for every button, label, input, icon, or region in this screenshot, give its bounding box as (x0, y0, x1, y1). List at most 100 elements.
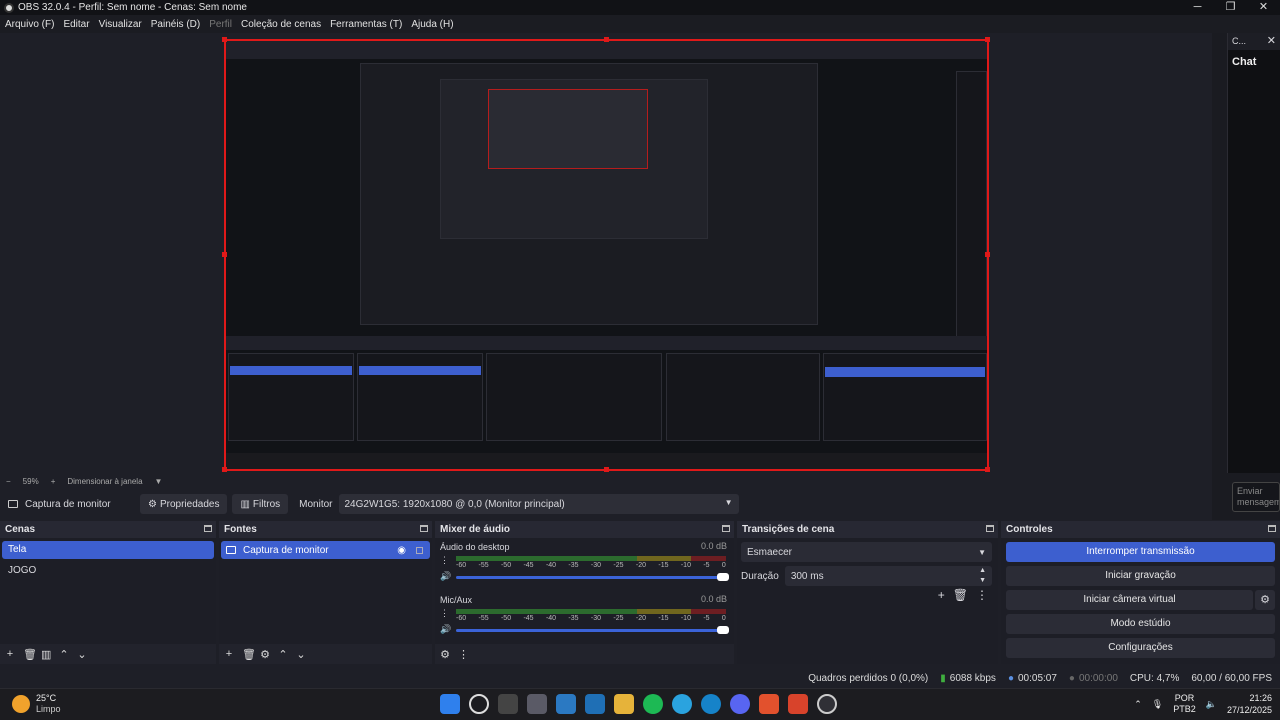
telegram-icon[interactable] (672, 694, 692, 714)
eye-icon[interactable]: ◉ (397, 545, 406, 556)
trash-icon[interactable]: 🗑 (953, 588, 968, 602)
start-recording-button[interactable]: Iniciar gravação (1006, 566, 1275, 586)
kebab-menu-icon[interactable]: ⋮ (440, 555, 449, 566)
obs-icon[interactable] (817, 694, 837, 714)
float-icon[interactable] (420, 525, 428, 532)
mail-icon[interactable] (585, 694, 605, 714)
filters-button[interactable]: ▥ Filtros (232, 494, 289, 514)
settings-button[interactable]: Configurações (1006, 638, 1275, 658)
task-view-icon[interactable] (498, 694, 518, 714)
spinner-icon[interactable]: ▲ ▼ (979, 566, 986, 586)
scene-item-tela[interactable]: Tela (2, 541, 214, 559)
chevron-up-icon[interactable]: ⌃ (1134, 699, 1142, 710)
lock-icon[interactable] (416, 547, 423, 554)
clock[interactable]: 21:26 27/12/2025 (1227, 692, 1272, 716)
filter-icon[interactable]: ▥ (41, 648, 51, 661)
close-button[interactable]: ✕ (1247, 0, 1280, 15)
speaker-icon[interactable]: 🔊 (440, 624, 451, 635)
microphone-icon[interactable]: 🎙 (1152, 699, 1163, 710)
scene-item-jogo[interactable]: JOGO (2, 562, 214, 580)
search-icon[interactable] (469, 694, 489, 714)
trash-icon[interactable]: 🗑 (23, 648, 37, 661)
stream-icon: ● (1007, 672, 1014, 684)
kebab-menu-icon[interactable]: ⋮ (440, 608, 449, 619)
add-icon[interactable]: + (5, 648, 15, 660)
menu-paineis[interactable]: Painéis (D) (151, 19, 200, 30)
obs-logo-icon (4, 2, 14, 13)
resize-handle-l[interactable] (222, 252, 227, 257)
transitions-dock: Transições de cena Esmaecer ▼ Duração 30… (737, 521, 998, 664)
discord-icon[interactable] (730, 694, 750, 714)
resize-handle-tl[interactable] (222, 37, 227, 42)
float-icon[interactable] (1268, 525, 1276, 532)
duration-input[interactable]: 300 ms ▲ ▼ (784, 566, 992, 586)
menu-perfil[interactable]: Perfil (209, 19, 232, 30)
gear-icon[interactable]: ⚙ (260, 648, 270, 661)
weather-widget[interactable]: 25°C Limpo (12, 693, 61, 714)
studio-mode-button[interactable]: Modo estúdio (1006, 614, 1275, 634)
trash-icon[interactable]: 🗑 (242, 648, 256, 661)
resize-handle-r[interactable] (985, 252, 990, 257)
chevron-down-icon[interactable]: ▼ (155, 477, 163, 486)
menu-ajuda[interactable]: Ajuda (H) (411, 19, 453, 30)
widgets-icon[interactable] (527, 694, 547, 714)
nested-preview-deep (488, 89, 648, 169)
source-item-captura[interactable]: Captura de monitor ◉ (221, 541, 430, 559)
resize-handle-tr[interactable] (985, 37, 990, 42)
minimize-button[interactable]: ─ (1181, 0, 1214, 15)
slider-knob[interactable] (717, 626, 729, 634)
maximize-button[interactable]: ❐ (1214, 0, 1247, 15)
chat-message-input[interactable]: Enviar mensagem (1232, 482, 1280, 512)
menu-editar[interactable]: Editar (63, 19, 89, 30)
transition-select[interactable]: Esmaecer ▼ (741, 542, 992, 562)
float-icon[interactable] (204, 525, 212, 532)
menu-ferramentas[interactable]: Ferramentas (T) (330, 19, 402, 30)
zoom-mode-select[interactable]: Dimensionar à janela (67, 477, 142, 486)
move-down-icon[interactable]: ⌄ (296, 648, 306, 661)
spotify-icon[interactable] (643, 694, 663, 714)
monitor-select[interactable]: 24G2W1G5: 1920x1080 @ 0,0 (Monitor princ… (338, 494, 739, 514)
brave-icon[interactable] (759, 694, 779, 714)
slider-knob[interactable] (717, 573, 729, 581)
stop-stream-button[interactable]: Interromper transmissão (1006, 542, 1275, 562)
move-up-icon[interactable]: ⌃ (59, 648, 69, 661)
edge-icon[interactable] (701, 694, 721, 714)
move-up-icon[interactable]: ⌃ (278, 648, 288, 661)
volume-slider[interactable] (456, 573, 729, 581)
bitrate: 6088 kbps (949, 672, 996, 684)
resize-handle-b[interactable] (604, 467, 609, 472)
store-icon[interactable] (556, 694, 576, 714)
virtual-camera-row: Iniciar câmera virtual ⚙ (1001, 586, 1280, 610)
folder-icon[interactable] (614, 694, 634, 714)
resize-handle-t[interactable] (604, 37, 609, 42)
start-icon[interactable] (440, 694, 460, 714)
add-icon[interactable]: + (224, 648, 234, 660)
window-controls: ─ ❐ ✕ (1181, 0, 1280, 15)
brave-icon-2[interactable] (788, 694, 808, 714)
float-icon[interactable] (722, 525, 730, 532)
add-icon[interactable]: + (938, 588, 945, 602)
volume-slider[interactable] (456, 626, 729, 634)
zoom-out-button[interactable]: − (6, 477, 11, 486)
kebab-menu-icon[interactable]: ⋮ (976, 588, 988, 602)
advanced-audio-icon[interactable]: ⚙ (440, 648, 450, 661)
nested-mixer (486, 353, 662, 441)
resize-handle-bl[interactable] (222, 467, 227, 472)
zoom-in-button[interactable]: + (51, 477, 56, 486)
menu-arquivo[interactable]: Arquivo (F) (5, 19, 54, 30)
resize-handle-br[interactable] (985, 467, 990, 472)
close-icon[interactable]: ✕ (1267, 33, 1276, 50)
preview-canvas[interactable] (224, 39, 989, 471)
start-virtual-camera-button[interactable]: Iniciar câmera virtual (1006, 590, 1253, 610)
menu-visualizar[interactable]: Visualizar (99, 19, 142, 30)
properties-button[interactable]: ⚙ Propriedades (140, 494, 228, 514)
menu-colecao-cenas[interactable]: Coleção de cenas (241, 19, 321, 30)
speaker-icon[interactable]: 🔊 (440, 571, 451, 582)
preview-area[interactable] (0, 33, 1212, 475)
kebab-menu-icon[interactable]: ⋮ (458, 648, 469, 661)
move-down-icon[interactable]: ⌄ (77, 648, 87, 661)
speaker-icon[interactable]: 🔈 (1206, 699, 1217, 710)
float-icon[interactable] (986, 525, 994, 532)
gear-icon[interactable]: ⚙ (1255, 590, 1275, 610)
language-indicator[interactable]: POR PTB2 (1173, 693, 1196, 715)
